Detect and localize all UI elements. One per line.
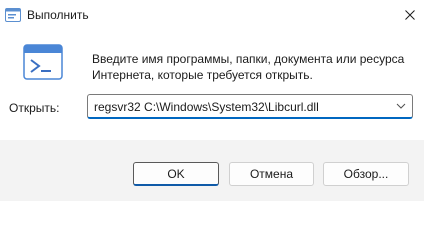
window-title: Выполнить [27,8,89,22]
dialog-description: Введите имя программы, папки, документа … [92,52,405,82]
open-label: Открыть: [9,101,60,115]
open-combobox[interactable]: regsvr32 C:\Windows\System32\Libcurl.dll [87,94,413,119]
close-icon [405,10,415,20]
open-input[interactable]: regsvr32 C:\Windows\System32\Libcurl.dll [94,100,319,114]
chevron-down-icon[interactable] [396,101,406,111]
browse-button[interactable]: Обзор... [323,162,409,186]
cancel-button[interactable]: Отмена [229,162,314,186]
run-icon [23,44,63,80]
ok-button[interactable]: OK [133,162,219,186]
title-bar: Выполнить [0,0,424,32]
run-app-icon [5,8,21,22]
close-button[interactable] [396,0,424,30]
